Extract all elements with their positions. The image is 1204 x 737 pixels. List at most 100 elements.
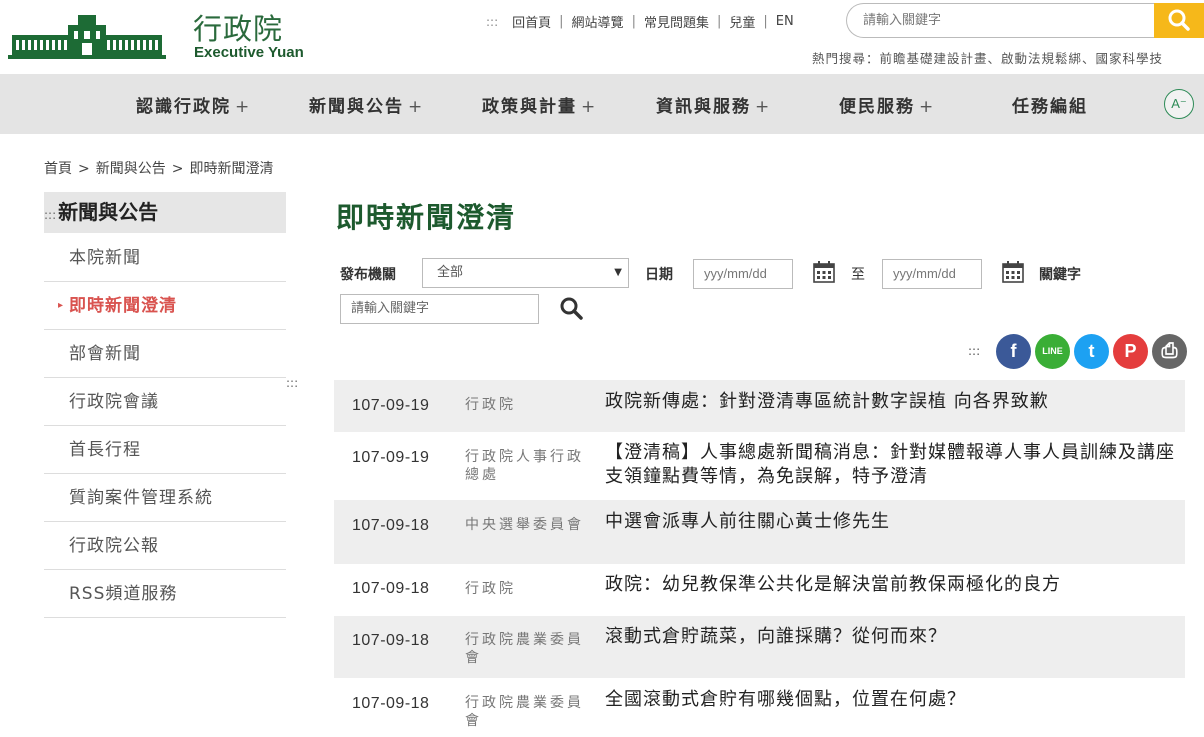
news-agency: 中央選舉委員會 bbox=[465, 517, 584, 533]
sidebar-item-label: 即時新聞澄清 bbox=[69, 296, 177, 316]
news-date: 107-09-18 bbox=[352, 632, 430, 649]
news-title-link[interactable]: 政院：幼兒教保準公共化是解決當前教保兩極化的良方 bbox=[605, 573, 1183, 597]
line-icon[interactable]: LINE bbox=[1035, 334, 1070, 369]
breadcrumb-current[interactable]: 即時新聞澄清 bbox=[189, 161, 273, 177]
topnav-sitemap-link[interactable]: 網站導覽 bbox=[572, 12, 624, 31]
sidebar-accesskey-marker: ::: bbox=[44, 208, 57, 222]
nav-item-label: 資訊與服務 bbox=[656, 97, 751, 117]
news-title-link[interactable]: 全國滾動式倉貯有哪幾個點，位置在何處？ bbox=[605, 688, 1183, 712]
keyword-input[interactable]: 請輸入關鍵字 bbox=[340, 294, 539, 324]
sidebar-item-cabinet-meeting[interactable]: 行政院會議 bbox=[44, 378, 286, 426]
dropdown-arrow-icon: ▼ bbox=[614, 267, 622, 278]
nav-item-taskforce[interactable]: 任務編組 bbox=[1012, 92, 1092, 117]
topnav-divider: | bbox=[763, 14, 768, 29]
nav-item-about[interactable]: 認識行政院 + bbox=[136, 92, 251, 117]
news-date: 107-09-19 bbox=[352, 397, 430, 414]
site-header: 行政院 Executive Yuan ::: 回首頁 | 網站導覽 | 常見問題… bbox=[0, 0, 1204, 74]
news-title-link[interactable]: 政院新傳處：針對澄清專區統計數字誤植 向各界致歉 bbox=[605, 390, 1183, 414]
logo-chinese-text[interactable]: 行政院 bbox=[193, 6, 283, 48]
nav-item-label: 政策與計畫 bbox=[482, 97, 577, 117]
nav-item-news[interactable]: 新聞與公告 + bbox=[309, 92, 424, 117]
executive-yuan-building-logo-icon[interactable] bbox=[8, 15, 166, 61]
hot-search-keywords[interactable]: 熱門搜尋：前瞻基礎建設計畫、啟動法規鬆綁、國家科學技 bbox=[812, 48, 1163, 67]
topnav-english-link[interactable]: EN bbox=[776, 14, 794, 29]
plurk-icon[interactable]: P bbox=[1113, 334, 1148, 369]
topnav-divider: | bbox=[716, 14, 722, 29]
calendar-icon[interactable] bbox=[813, 261, 835, 283]
sidebar-item-yuan-news[interactable]: 本院新聞 bbox=[44, 234, 286, 282]
breadcrumb-separator: > bbox=[78, 161, 90, 177]
site-search-button[interactable] bbox=[1154, 3, 1204, 38]
keyword-filter-label: 關鍵字 bbox=[1039, 267, 1081, 283]
sidebar-item-interpellation[interactable]: 質詢案件管理系統 bbox=[44, 474, 286, 522]
agency-select[interactable]: 全部 ▼ bbox=[422, 258, 629, 288]
news-row[interactable]: 107-09-18 中央選舉委員會 中選會派專人前往關心黃士修先生 bbox=[334, 500, 1185, 564]
news-row[interactable]: 107-09-19 行政院 政院新傳處：針對澄清專區統計數字誤植 向各界致歉 bbox=[334, 380, 1185, 432]
top-utility-nav: ::: 回首頁 | 網站導覽 | 常見問題集 | 兒童 | EN bbox=[486, 12, 794, 31]
active-caret-icon: ▸ bbox=[58, 300, 65, 311]
sidebar-title: ::: 新聞與公告 bbox=[44, 192, 286, 233]
news-agency: 行政院人事行政總處 bbox=[465, 449, 584, 483]
nav-item-policy[interactable]: 政策與計畫 + bbox=[482, 92, 597, 117]
topnav-home-link[interactable]: 回首頁 bbox=[512, 12, 551, 31]
date-range-to-label: 至 bbox=[851, 267, 865, 283]
news-agency: 行政院 bbox=[465, 397, 516, 413]
news-date: 107-09-19 bbox=[352, 449, 430, 466]
nav-expand-icon: + bbox=[755, 97, 772, 117]
topnav-divider: | bbox=[631, 14, 636, 29]
nav-item-info[interactable]: 資訊與服務 + bbox=[656, 92, 771, 117]
sidebar-item-schedule[interactable]: 首長行程 bbox=[44, 426, 286, 474]
nav-item-label: 新聞與公告 bbox=[309, 97, 404, 117]
nav-item-services[interactable]: 便民服務 + bbox=[839, 92, 935, 117]
nav-item-label: 認識行政院 bbox=[136, 97, 231, 117]
news-agency: 行政院農業委員會 bbox=[465, 695, 584, 729]
news-title-link[interactable]: 中選會派專人前往關心黃士修先生 bbox=[605, 510, 1183, 534]
news-date: 107-09-18 bbox=[352, 580, 430, 597]
news-row[interactable]: 107-09-18 行政院農業委員會 全國滾動式倉貯有哪幾個點，位置在何處？ bbox=[334, 678, 1185, 737]
news-title-link[interactable]: 滾動式倉貯蔬菜，向誰採購？從何而來？ bbox=[605, 625, 1183, 649]
search-icon bbox=[1168, 9, 1190, 31]
news-agency: 行政院 bbox=[465, 581, 516, 597]
content-accesskey-marker: ::: bbox=[286, 376, 299, 390]
topnav-kids-link[interactable]: 兒童 bbox=[729, 12, 755, 31]
sidebar-item-gazette[interactable]: 行政院公報 bbox=[44, 522, 286, 570]
agency-select-value: 全部 bbox=[437, 265, 464, 280]
nav-expand-icon: + bbox=[235, 97, 252, 117]
topnav-accesskey-marker: ::: bbox=[486, 14, 499, 29]
breadcrumb-separator: > bbox=[171, 161, 184, 177]
nav-item-label: 便民服務 bbox=[839, 97, 915, 117]
news-title-link[interactable]: 【澄清稿】人事總處新聞稿消息：針對媒體報導人事人員訓練及講座支領鐘點費等情，為免… bbox=[605, 441, 1183, 489]
date-to-input[interactable]: yyy/mm/dd bbox=[882, 259, 982, 289]
nav-expand-icon: + bbox=[919, 97, 936, 117]
facebook-icon[interactable]: f bbox=[996, 334, 1031, 369]
calendar-icon[interactable] bbox=[1002, 261, 1024, 283]
logo-english-text[interactable]: Executive Yuan bbox=[194, 44, 304, 61]
main-navigation: 認識行政院 + 新聞與公告 + 政策與計畫 + 資訊與服務 + 便民服務 + 任務編組 A… bbox=[0, 74, 1204, 134]
site-search-input[interactable]: 請輸入關鍵字 bbox=[846, 3, 1156, 38]
share-accesskey-marker: ::: bbox=[968, 344, 981, 358]
nav-expand-icon: + bbox=[408, 97, 425, 117]
date-filter-label: 日期 bbox=[645, 267, 673, 283]
twitter-icon[interactable]: t bbox=[1074, 334, 1109, 369]
news-row[interactable]: 107-09-19 行政院人事行政總處 【澄清稿】人事總處新聞稿消息：針對媒體報… bbox=[334, 432, 1185, 500]
font-size-button[interactable]: A⁻ bbox=[1164, 89, 1194, 119]
nav-expand-icon: + bbox=[581, 97, 598, 117]
topnav-faq-link[interactable]: 常見問題集 bbox=[644, 12, 709, 31]
news-date: 107-09-18 bbox=[352, 695, 430, 712]
date-from-input[interactable]: yyy/mm/dd bbox=[693, 259, 793, 289]
sidebar-item-rss[interactable]: RSS頻道服務 bbox=[44, 570, 286, 618]
news-row[interactable]: 107-09-18 行政院 政院：幼兒教保準公共化是解決當前教保兩極化的良方 bbox=[334, 564, 1185, 616]
topnav-divider: | bbox=[559, 14, 564, 29]
breadcrumb: 首頁 > 新聞與公告 > 即時新聞澄清 bbox=[44, 158, 273, 178]
nav-item-label: 任務編組 bbox=[1012, 97, 1088, 117]
breadcrumb-news[interactable]: 新聞與公告 bbox=[96, 161, 166, 177]
news-row[interactable]: 107-09-18 行政院農業委員會 滾動式倉貯蔬菜，向誰採購？從何而來？ bbox=[334, 616, 1185, 678]
breadcrumb-home[interactable]: 首頁 bbox=[44, 161, 72, 177]
sidebar-item-clarifications[interactable]: ▸ 即時新聞澄清 bbox=[44, 282, 286, 330]
agency-filter-label: 發布機關 bbox=[340, 267, 396, 283]
search-icon[interactable] bbox=[559, 296, 583, 320]
sidebar-title-text: 新聞與公告 bbox=[58, 200, 159, 224]
print-icon[interactable]: ⎙ bbox=[1152, 334, 1187, 369]
news-agency: 行政院農業委員會 bbox=[465, 632, 584, 666]
sidebar-item-ministry-news[interactable]: 部會新聞 bbox=[44, 330, 286, 378]
